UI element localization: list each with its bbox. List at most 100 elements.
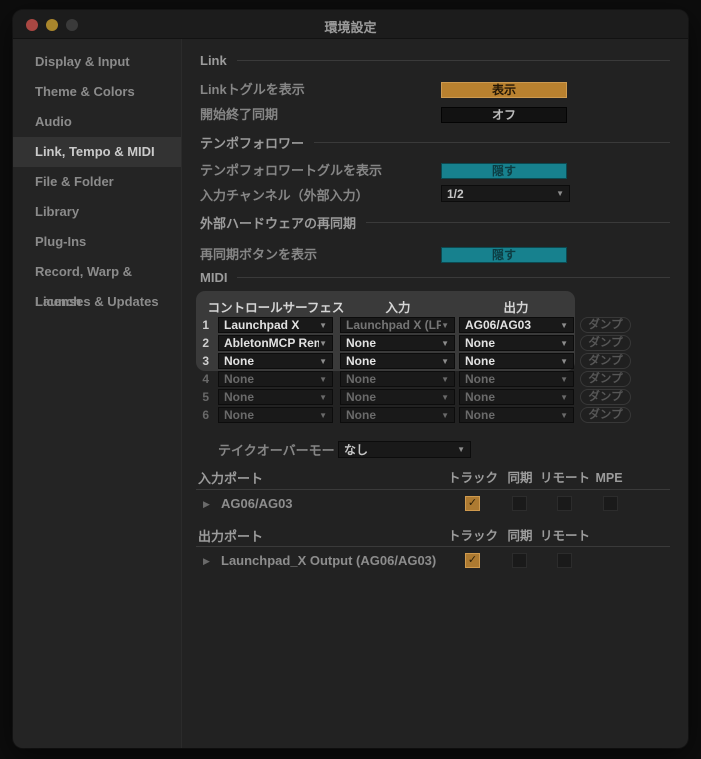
input-dropdown-1[interactable]: Launchpad X (LP) ▼	[340, 317, 455, 333]
chevron-down-icon: ▼	[319, 320, 327, 330]
row-number: 2	[202, 336, 209, 350]
tempo-follower-toggle-button[interactable]: 隠す	[441, 163, 567, 179]
output-dropdown-4[interactable]: None ▼	[459, 371, 574, 387]
input-dropdown-2[interactable]: None ▼	[340, 335, 455, 351]
chevron-down-icon: ▼	[457, 445, 465, 454]
track-checkbox[interactable]: ✓	[465, 553, 480, 568]
midi-row-6: 6 None ▼ None ▼ None ▼ ダンプ	[13, 407, 688, 423]
sidebar-item-link-tempo-midi[interactable]: Link, Tempo & MIDI	[13, 137, 181, 167]
surface-dropdown-4[interactable]: None ▼	[218, 371, 333, 387]
dump-button-6[interactable]: ダンプ	[580, 407, 631, 423]
chevron-down-icon: ▼	[319, 338, 327, 348]
column-header-control-surface: コントロールサーフェス	[207, 301, 345, 315]
section-header-resync: 外部ハードウェアの再同期	[200, 214, 670, 231]
section-header-tempo-follower: テンポフォロワー	[200, 134, 670, 151]
sidebar-item-licenses-updates[interactable]: Licenses & Updates	[13, 287, 181, 317]
chevron-down-icon: ▼	[441, 374, 449, 384]
dropdown-value: 1/2	[447, 186, 464, 201]
sync-checkbox[interactable]	[512, 496, 527, 511]
dropdown-value: None	[465, 354, 495, 368]
row-number: 1	[202, 318, 209, 332]
sidebar-item-theme-colors[interactable]: Theme & Colors	[13, 77, 181, 107]
section-title: MIDI	[200, 269, 228, 285]
column-header-remote: リモート	[539, 471, 591, 485]
input-dropdown-5[interactable]: None ▼	[340, 389, 455, 405]
input-dropdown-6[interactable]: None ▼	[340, 407, 455, 423]
sidebar-item-record-warp-launch[interactable]: Record, Warp & Launch	[13, 257, 181, 309]
input-channel-label: 入力チャンネル（外部入力）	[200, 188, 369, 203]
output-dropdown-2[interactable]: None ▼	[459, 335, 574, 351]
input-channel-dropdown[interactable]: 1/2 ▼	[441, 185, 570, 202]
surface-dropdown-5[interactable]: None ▼	[218, 389, 333, 405]
dropdown-value: None	[224, 354, 254, 368]
dropdown-value: Launchpad X (LP)	[346, 318, 442, 332]
chevron-down-icon: ▼	[441, 338, 449, 348]
dump-button-5[interactable]: ダンプ	[580, 389, 631, 405]
column-header-input: 入力	[385, 301, 411, 315]
output-dropdown-1[interactable]: AG06/AG03 ▼	[459, 317, 574, 333]
mpe-checkbox[interactable]	[603, 496, 618, 511]
resync-toggle-button[interactable]: 隠す	[441, 247, 567, 263]
chevron-down-icon: ▼	[319, 410, 327, 420]
column-header-sync: 同期	[507, 529, 533, 543]
dropdown-value: なし	[344, 443, 369, 457]
input-port-name: AG06/AG03	[221, 496, 293, 511]
section-title: Link	[200, 52, 227, 68]
sidebar-item-library[interactable]: Library	[13, 197, 181, 227]
column-header-mpe: MPE	[595, 471, 623, 485]
takeover-mode-dropdown[interactable]: なし ▼	[338, 441, 471, 458]
section-header-link: Link	[200, 52, 670, 68]
link-toggle-button[interactable]: 表示	[441, 82, 567, 98]
row-number: 3	[202, 354, 209, 368]
output-dropdown-5[interactable]: None ▼	[459, 389, 574, 405]
titlebar: 環境設定	[13, 10, 688, 39]
section-title: テンポフォロワー	[200, 135, 305, 151]
remote-checkbox[interactable]	[557, 553, 572, 568]
divider	[236, 59, 670, 61]
surface-dropdown-1[interactable]: Launchpad X ▼	[218, 317, 333, 333]
link-toggle-label: Linkトグルを表示	[200, 82, 305, 97]
divider	[196, 546, 670, 547]
input-dropdown-3[interactable]: None ▼	[340, 353, 455, 369]
dropdown-value: None	[465, 372, 495, 386]
dump-button-3[interactable]: ダンプ	[580, 353, 631, 369]
remote-checkbox[interactable]	[557, 496, 572, 511]
start-stop-sync-label: 開始終了同期	[200, 107, 279, 122]
dropdown-value: AbletonMCP Rem	[224, 336, 320, 350]
column-header-remote: リモート	[539, 529, 591, 543]
track-checkbox[interactable]: ✓	[465, 496, 480, 511]
dropdown-value: None	[465, 408, 495, 422]
output-ports-title: 出力ポート	[198, 529, 264, 544]
sidebar-item-plug-ins[interactable]: Plug-Ins	[13, 227, 181, 257]
dropdown-value: None	[346, 336, 376, 350]
sync-checkbox[interactable]	[512, 553, 527, 568]
dump-button-4[interactable]: ダンプ	[580, 371, 631, 387]
dropdown-value: None	[465, 390, 495, 404]
tempo-follower-toggle-label: テンポフォロワートグルを表示	[200, 163, 383, 178]
surface-dropdown-6[interactable]: None ▼	[218, 407, 333, 423]
surface-dropdown-3[interactable]: None ▼	[218, 353, 333, 369]
chevron-down-icon: ▼	[560, 356, 568, 366]
input-dropdown-4[interactable]: None ▼	[340, 371, 455, 387]
divider	[196, 489, 670, 490]
chevron-down-icon: ▼	[319, 374, 327, 384]
dropdown-value: Launchpad X	[224, 318, 300, 332]
expand-triangle-icon[interactable]: ▶	[203, 496, 210, 512]
sidebar-item-file-folder[interactable]: File & Folder	[13, 167, 181, 197]
sidebar-item-audio[interactable]: Audio	[13, 107, 181, 137]
output-dropdown-6[interactable]: None ▼	[459, 407, 574, 423]
dropdown-value: AG06/AG03	[465, 318, 532, 332]
output-dropdown-3[interactable]: None ▼	[459, 353, 574, 369]
expand-triangle-icon[interactable]: ▶	[203, 553, 210, 569]
dump-button-1[interactable]: ダンプ	[580, 317, 631, 333]
input-ports-title: 入力ポート	[198, 471, 264, 486]
surface-dropdown-2[interactable]: AbletonMCP Rem ▼	[218, 335, 333, 351]
dump-button-2[interactable]: ダンプ	[580, 335, 631, 351]
resync-toggle-label: 再同期ボタンを表示	[200, 247, 318, 262]
chevron-down-icon: ▼	[560, 374, 568, 384]
sidebar-item-display-input[interactable]: Display & Input	[13, 47, 181, 77]
chevron-down-icon: ▼	[441, 356, 449, 366]
chevron-down-icon: ▼	[441, 320, 449, 330]
midi-row-2: 2 AbletonMCP Rem ▼ None ▼ None ▼ ダンプ	[13, 335, 688, 351]
start-stop-sync-button[interactable]: オフ	[441, 107, 567, 123]
